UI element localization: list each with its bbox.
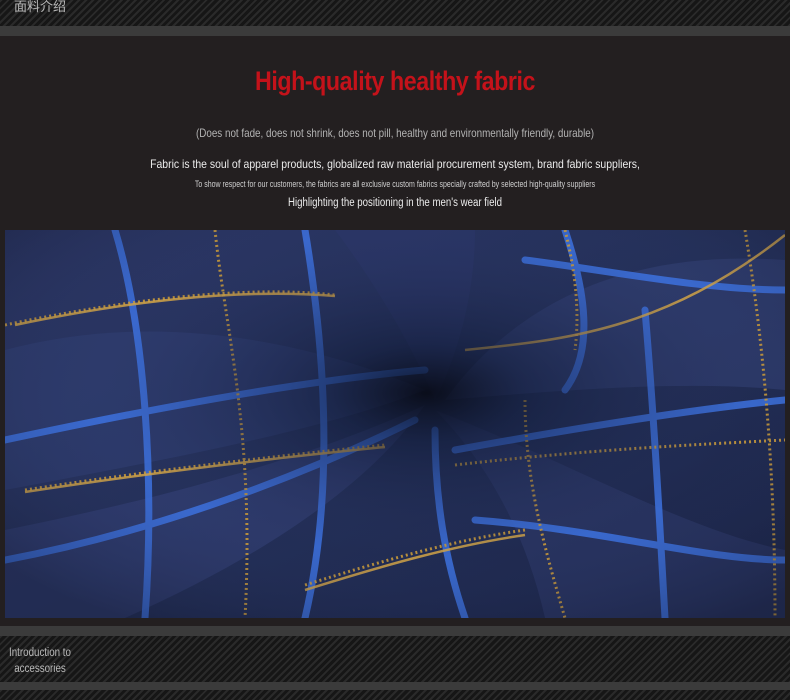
fabric-description-line-3: Highlighting the positioning in the men'… bbox=[288, 197, 502, 209]
section-label-fabric-intro: 面料介绍 bbox=[14, 0, 67, 14]
fabric-description-line-2: To show respect for our customers, the f… bbox=[194, 179, 596, 189]
fabric-headline: High-quality healthy fabric bbox=[255, 66, 535, 96]
section-label-accessories-intro: Introduction to accessories bbox=[6, 645, 74, 677]
top-divider bbox=[0, 26, 790, 36]
footer-divider bbox=[0, 682, 790, 690]
bottom-section-bar bbox=[0, 636, 790, 682]
bottom-divider bbox=[0, 626, 790, 636]
fabric-tagline: (Does not fade, does not shrink, does no… bbox=[195, 126, 595, 140]
footer-bar bbox=[0, 690, 790, 700]
fabric-description-line-1: Fabric is the soul of apparel products, … bbox=[150, 157, 640, 171]
top-section-bar: 面料介绍 bbox=[0, 0, 790, 26]
fabric-section: High-quality healthy fabric (Does not fa… bbox=[0, 36, 790, 626]
section-label-line-2: accessories bbox=[14, 663, 66, 675]
section-label-line-1: Introduction to bbox=[9, 647, 71, 659]
plaid-fabric-swirl-image bbox=[5, 230, 785, 618]
